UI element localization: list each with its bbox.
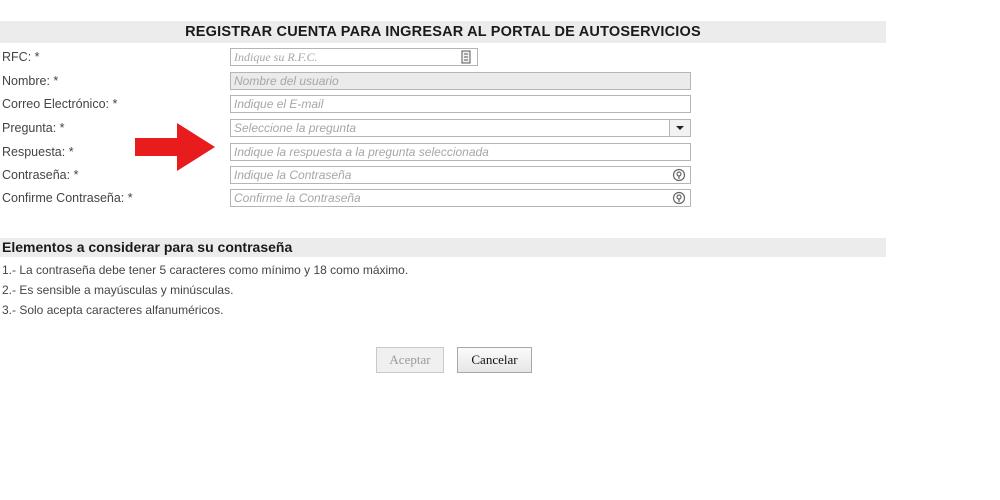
correo-field-wrapper — [230, 95, 691, 113]
pregunta-dropdown-button[interactable] — [669, 120, 690, 136]
accept-button[interactable]: Aceptar — [376, 347, 444, 373]
rule-item: 1.- La contraseña debe tener 5 caractere… — [2, 263, 409, 277]
red-arrow-icon — [135, 123, 215, 171]
password-input[interactable] — [231, 167, 690, 183]
cancel-button[interactable]: Cancelar — [457, 347, 532, 373]
rfc-field-wrapper — [230, 48, 478, 66]
confirmar-label: Confirme Contraseña: * — [2, 191, 133, 205]
id-card-icon[interactable] — [459, 50, 473, 64]
correo-label: Correo Electrónico: * — [2, 97, 118, 111]
rfc-label: RFC: * — [2, 50, 40, 64]
pregunta-select[interactable]: Seleccione la pregunta — [230, 119, 691, 137]
rule-item: 3.- Solo acepta caracteres alfanuméricos… — [2, 303, 224, 317]
email-input[interactable] — [231, 96, 690, 112]
form-row-nombre: Nombre: * — [0, 71, 700, 91]
rules-title: Elementos a considerar para su contraseñ… — [2, 239, 293, 255]
form-title: REGISTRAR CUENTA PARA INGRESAR AL PORTAL… — [185, 24, 701, 40]
form-row-respuesta: Respuesta: * — [0, 142, 700, 162]
form-row-correo: Correo Electrónico: * — [0, 94, 700, 114]
nombre-label: Nombre: * — [2, 74, 59, 88]
respuesta-field-wrapper — [230, 143, 691, 161]
contrasena-field-wrapper — [230, 166, 691, 184]
confirmar-field-wrapper — [230, 189, 691, 207]
form-row-contrasena: Contraseña: * — [0, 165, 700, 185]
pregunta-label: Pregunta: * — [2, 121, 65, 135]
pregunta-selected-value: Seleccione la pregunta — [234, 121, 357, 135]
confirm-password-input[interactable] — [231, 190, 690, 206]
form-header-bar: REGISTRAR CUENTA PARA INGRESAR AL PORTAL… — [0, 21, 886, 43]
respuesta-input[interactable] — [231, 144, 690, 160]
nombre-input[interactable] — [231, 73, 690, 89]
rfc-input[interactable] — [231, 49, 477, 65]
respuesta-label: Respuesta: * — [2, 145, 74, 159]
contrasena-label: Contraseña: * — [2, 168, 79, 182]
rule-item: 2.- Es sensible a mayúsculas y minúscula… — [2, 283, 234, 297]
form-row-confirmar: Confirme Contraseña: * — [0, 188, 700, 208]
form-row-rfc: RFC: * — [0, 47, 700, 67]
eye-icon[interactable] — [672, 168, 686, 182]
eye-icon[interactable] — [672, 191, 686, 205]
nombre-field-wrapper — [230, 72, 691, 90]
chevron-down-icon — [676, 126, 684, 130]
form-row-pregunta: Pregunta: * Seleccione la pregunta — [0, 118, 700, 138]
